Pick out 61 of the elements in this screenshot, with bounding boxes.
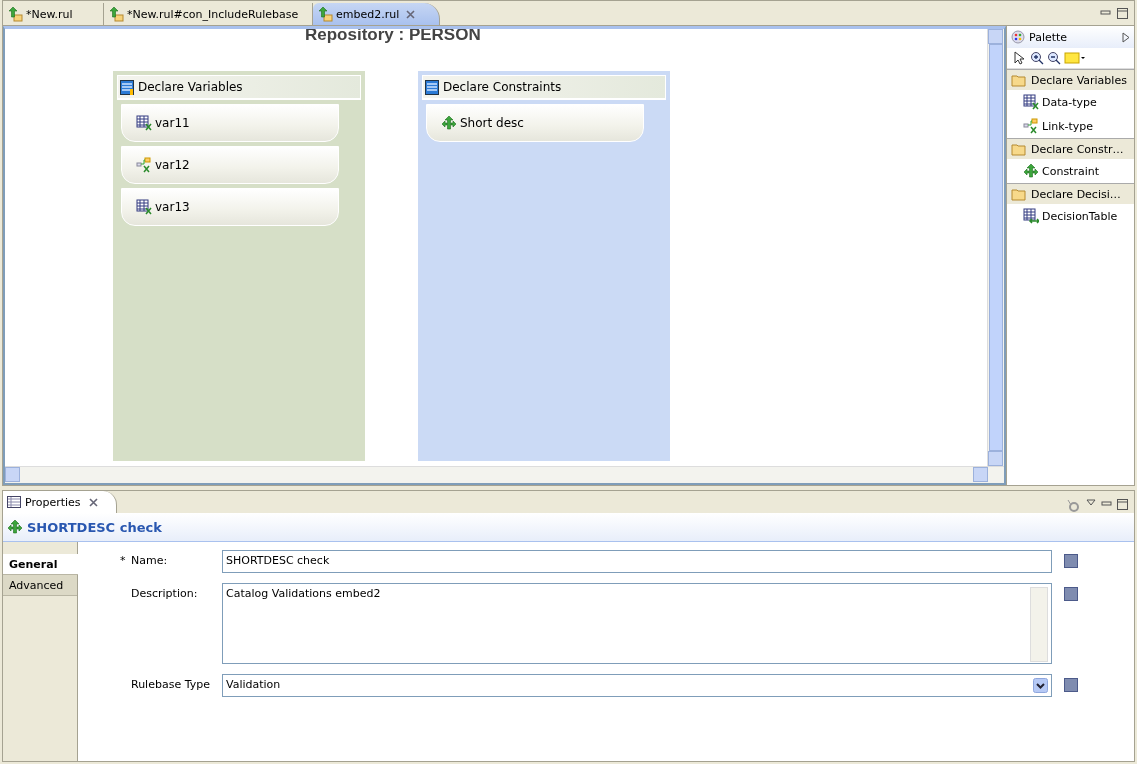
container-icon bbox=[425, 79, 439, 95]
vertical-scrollbar[interactable] bbox=[1030, 587, 1048, 662]
field-label: Description: bbox=[131, 586, 199, 600]
folder-icon bbox=[1011, 73, 1027, 87]
required-marker: * bbox=[120, 554, 126, 567]
dropdown-arrow-icon[interactable] bbox=[1086, 499, 1096, 507]
diagram-node[interactable]: var11 bbox=[121, 104, 339, 142]
container-icon bbox=[120, 79, 134, 95]
palette-drawer[interactable]: Declare Constr… bbox=[1007, 138, 1134, 159]
palette-drawer[interactable]: Declare Variables bbox=[1007, 69, 1134, 90]
link-variable-icon bbox=[136, 157, 152, 173]
expand-arrow-icon[interactable] bbox=[1122, 31, 1130, 43]
input-field[interactable]: SHORTDESC check bbox=[222, 550, 1052, 573]
maximize-icon[interactable] bbox=[1117, 8, 1128, 19]
palette-drawer[interactable]: Declare Decisi… bbox=[1007, 183, 1134, 204]
text-area[interactable]: Catalog Validations embed2 bbox=[222, 583, 1052, 664]
grid-variable-icon bbox=[1023, 94, 1039, 110]
diagram-node[interactable]: var12 bbox=[121, 146, 339, 184]
file-arrows-icon bbox=[108, 6, 124, 22]
properties-tab[interactable]: Properties bbox=[3, 491, 117, 513]
close-icon[interactable] bbox=[88, 497, 98, 507]
diagram-node[interactable]: Short desc bbox=[426, 104, 644, 142]
palette-item[interactable]: Link-type bbox=[1007, 114, 1134, 138]
zoom-out-icon[interactable] bbox=[1047, 51, 1061, 65]
section-tab[interactable]: Advanced bbox=[3, 575, 77, 596]
file-arrows-icon bbox=[7, 6, 23, 22]
grid-variable-icon bbox=[136, 199, 152, 215]
folder-icon bbox=[1011, 142, 1027, 156]
maximize-icon[interactable] bbox=[1117, 499, 1128, 510]
folder-icon bbox=[1011, 187, 1027, 201]
palette-title: Palette bbox=[1029, 30, 1068, 44]
vertical-scrollbar[interactable] bbox=[987, 29, 1004, 466]
palette-item[interactable]: DecisionTable bbox=[1007, 204, 1134, 228]
container-header[interactable]: Declare Constraints bbox=[422, 75, 666, 100]
properties-header: SHORTDESC check bbox=[27, 519, 162, 535]
palette-item[interactable]: Data-type bbox=[1007, 90, 1134, 114]
field-label: Name: bbox=[131, 553, 169, 567]
container-header[interactable]: Declare Variables bbox=[117, 75, 361, 100]
grid-variable-icon bbox=[136, 115, 152, 131]
arrows-icon bbox=[441, 115, 457, 131]
minimize-icon[interactable] bbox=[1100, 8, 1111, 17]
dropdown-field[interactable]: Validation bbox=[222, 674, 1052, 697]
arrows-icon bbox=[7, 519, 23, 535]
container-panel[interactable]: Declare Constraints Short desc bbox=[418, 71, 670, 461]
file-arrows-icon bbox=[317, 6, 333, 22]
palette-icon bbox=[1011, 30, 1025, 44]
diagram-node[interactable]: var13 bbox=[121, 188, 339, 226]
palette-item[interactable]: Constraint bbox=[1007, 159, 1134, 183]
horizontal-scrollbar[interactable] bbox=[5, 466, 1004, 483]
link-variable-icon bbox=[1023, 118, 1039, 134]
table-icon bbox=[1023, 208, 1039, 224]
close-icon[interactable] bbox=[406, 9, 416, 19]
field-label: Rulebase Type bbox=[131, 677, 211, 691]
arrows-icon bbox=[1023, 163, 1039, 179]
minimize-icon[interactable] bbox=[1101, 499, 1112, 508]
editor-tab[interactable]: embed2.rul bbox=[313, 3, 441, 25]
container-panel[interactable]: Declare Variables var11 var12 var13 bbox=[113, 71, 365, 461]
pointer-icon[interactable] bbox=[1011, 50, 1027, 66]
table-icon bbox=[7, 496, 21, 508]
zoom-in-icon[interactable] bbox=[1030, 51, 1044, 65]
section-tab[interactable]: General bbox=[3, 554, 78, 575]
